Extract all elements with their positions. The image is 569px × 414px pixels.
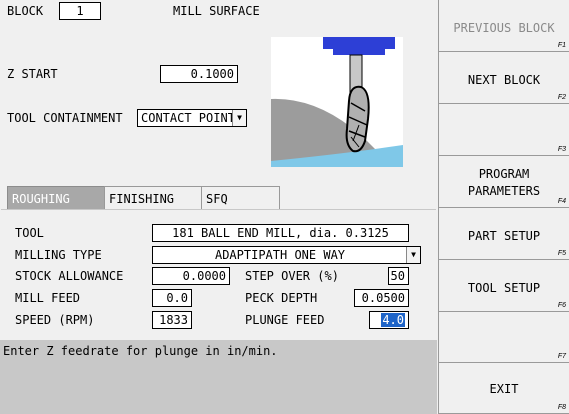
exit-label: EXIT <box>489 382 519 396</box>
mill-feed-input[interactable]: 0.0 <box>152 289 192 307</box>
tool-containment-label: TOOL CONTAINMENT <box>7 111 123 125</box>
tool-field[interactable]: 181 BALL END MILL, dia. 0.3125 <box>152 224 409 242</box>
previous-block-label: PREVIOUS BLOCK <box>453 21 555 35</box>
block-number-field[interactable]: 1 <box>59 2 101 20</box>
mill-feed-label: MILL FEED <box>15 291 81 305</box>
tab-sfq[interactable]: SFQ <box>201 186 280 210</box>
program-parameters-button[interactable]: PROGRAM PARAMETERS F4 <box>438 156 569 208</box>
plunge-feed-input[interactable]: 4.0 <box>369 311 409 329</box>
chevron-down-icon[interactable]: ▼ <box>406 247 420 263</box>
program-parameters-line2: PARAMETERS <box>467 184 541 198</box>
fkey-number: F3 <box>557 146 566 153</box>
block-label: BLOCK <box>7 4 44 18</box>
stock-allowance-input[interactable]: 0.0000 <box>152 267 230 285</box>
tool-containment-value: CONTACT POINT <box>141 111 235 125</box>
milling-type-select[interactable]: ADAPTIPATH ONE WAY ▼ <box>152 246 421 264</box>
speed-input[interactable]: 1833 <box>152 311 192 329</box>
status-message: Enter Z feedrate for plunge in in/min. <box>3 344 278 358</box>
fkey-number: F6 <box>557 302 566 309</box>
tool-label: TOOL <box>15 226 44 240</box>
fkey-number: F4 <box>557 198 566 205</box>
tool-setup-button[interactable]: TOOL SETUP F6 <box>438 260 569 312</box>
program-parameters-line1: PROGRAM <box>478 167 530 181</box>
tool-setup-label: TOOL SETUP <box>467 281 541 295</box>
f3-button[interactable]: F3 <box>438 104 569 156</box>
fkey-number: F1 <box>557 42 566 49</box>
plunge-feed-label: PLUNGE FEED <box>245 313 325 327</box>
plunge-feed-value: 4.0 <box>381 313 405 327</box>
fkey-number: F2 <box>557 94 566 101</box>
step-over-input[interactable]: 50 <box>388 267 409 285</box>
tool-containment-select[interactable]: CONTACT POINT ▼ <box>137 109 247 127</box>
milling-type-label: MILLING TYPE <box>15 248 102 262</box>
part-setup-label: PART SETUP <box>467 229 541 243</box>
tab-finishing[interactable]: FINISHING <box>104 186 202 210</box>
status-bar-lower <box>0 375 437 414</box>
next-block-label: NEXT BLOCK <box>467 73 541 87</box>
fkey-number: F7 <box>557 353 566 360</box>
chevron-down-icon[interactable]: ▼ <box>232 110 246 126</box>
previous-block-button[interactable]: PREVIOUS BLOCK F1 <box>438 0 569 52</box>
page-title: MILL SURFACE <box>173 4 260 18</box>
status-bar: Enter Z feedrate for plunge in in/min. <box>0 340 437 375</box>
part-setup-button[interactable]: PART SETUP F5 <box>438 208 569 260</box>
step-over-label: STEP OVER (%) <box>245 269 339 283</box>
f7-button[interactable]: F7 <box>438 312 569 363</box>
milling-type-value: ADAPTIPATH ONE WAY <box>214 248 346 262</box>
peck-depth-input[interactable]: 0.0500 <box>354 289 409 307</box>
fkey-number: F5 <box>557 250 566 257</box>
stock-allowance-label: STOCK ALLOWANCE <box>15 269 124 283</box>
tab-roughing[interactable]: ROUGHING <box>7 186 105 210</box>
fkey-number: F8 <box>557 404 566 411</box>
z-start-label: Z START <box>7 67 58 81</box>
next-block-button[interactable]: NEXT BLOCK F2 <box>438 52 569 104</box>
speed-label: SPEED (RPM) <box>15 313 95 327</box>
exit-button[interactable]: EXIT F8 <box>438 363 569 414</box>
tool-illustration <box>271 37 403 167</box>
z-start-input[interactable]: 0.1000 <box>160 65 238 83</box>
peck-depth-label: PECK DEPTH <box>245 291 318 305</box>
tab-divider <box>1 209 436 210</box>
